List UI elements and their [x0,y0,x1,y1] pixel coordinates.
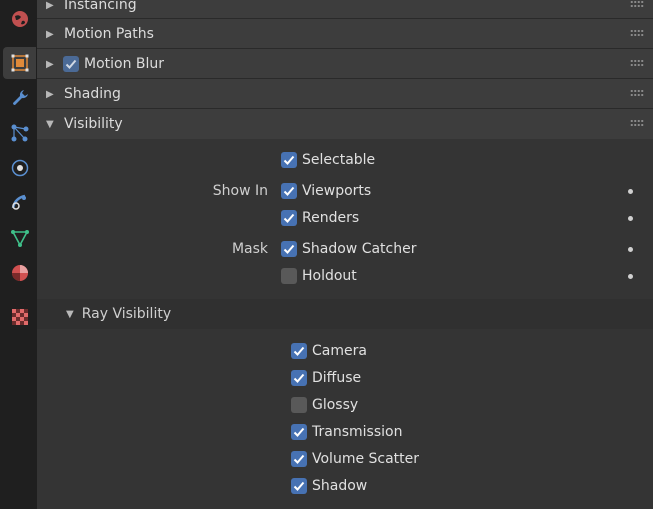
world-icon [11,11,28,27]
transmission-label: Transmission [312,424,403,440]
subpanel-label: Ray Visibility [81,306,172,322]
chevron-right-icon: ▶ [46,58,54,70]
renders-label: Renders [302,210,360,226]
texture-icon [11,309,28,325]
drag-handle-icon[interactable] [630,89,644,97]
ray-shadow-row[interactable]: Shadow [37,475,653,497]
viewports-row[interactable]: Show In Viewports [37,180,653,202]
mask-label: Mask [231,241,268,257]
animate-property-icon[interactable] [628,274,633,279]
holdout-label: Holdout [302,268,357,284]
chevron-right-icon: ▶ [46,0,54,11]
panel-motion-paths[interactable]: ▶ Motion Paths [37,18,653,49]
tab-constraints[interactable] [3,187,36,219]
animate-property-icon[interactable] [628,247,633,252]
selectable-label: Selectable [302,152,376,168]
diffuse-checkbox[interactable] [291,370,307,386]
holdout-checkbox[interactable] [281,268,297,284]
checkmark-icon [283,213,295,223]
checkmark-icon [283,244,295,254]
volume-scatter-label: Volume Scatter [312,451,420,467]
ray-volume-scatter-row[interactable]: Volume Scatter [37,448,653,470]
chevron-down-icon: ▼ [46,118,54,130]
tab-modifiers[interactable] [3,82,36,114]
checkmark-icon [293,373,305,383]
ray-diffuse-row[interactable]: Diffuse [37,367,653,389]
renders-checkbox[interactable] [281,210,297,226]
subpanel-ray-visibility[interactable]: ▼ Ray Visibility [37,299,653,329]
tab-world[interactable] [3,3,36,35]
show-in-label: Show In [212,183,268,199]
panel-visibility[interactable]: ▼ Visibility [37,108,653,139]
checkmark-icon [283,186,295,196]
wrench-icon [12,90,28,105]
data-icon [10,230,29,247]
panel-label: Visibility [64,116,123,132]
shadow-catcher-label: Shadow Catcher [302,241,417,257]
volume-scatter-checkbox[interactable] [291,451,307,467]
ray-transmission-row[interactable]: Transmission [37,421,653,443]
renders-row[interactable]: Renders [37,207,653,229]
glossy-checkbox[interactable] [291,397,307,413]
properties-tab-bar [0,0,37,509]
shadow-checkbox[interactable] [291,478,307,494]
checkmark-icon [293,481,305,491]
shadow-catcher-checkbox[interactable] [281,241,297,257]
tab-physics[interactable] [3,152,36,184]
transmission-checkbox[interactable] [291,424,307,440]
checkmark-icon [65,59,77,69]
selectable-checkbox[interactable] [281,152,297,168]
particles-icon [11,124,28,142]
properties-editor: ▶ Instancing ▶ Motion Paths ▶ Motion Blu… [37,0,653,509]
checkmark-icon [293,454,305,464]
panel-shading[interactable]: ▶ Shading [37,78,653,109]
checkmark-icon [283,155,295,165]
drag-handle-icon[interactable] [630,119,644,127]
camera-label: Camera [312,343,367,359]
camera-checkbox[interactable] [291,343,307,359]
glossy-label: Glossy [312,397,359,413]
viewports-label: Viewports [302,183,372,199]
panel-label: Motion Paths [64,26,154,42]
motion-blur-checkbox[interactable] [63,56,79,72]
chevron-down-icon: ▼ [66,308,74,320]
animate-property-icon[interactable] [628,216,633,221]
tab-texture[interactable] [3,301,36,333]
panel-label: Motion Blur [84,56,165,72]
diffuse-label: Diffuse [312,370,362,386]
panel-motion-blur[interactable]: ▶ Motion Blur [37,48,653,79]
tab-particles[interactable] [3,117,36,149]
tab-object[interactable] [3,47,36,79]
drag-handle-icon[interactable] [630,59,644,67]
checkmark-icon [293,427,305,437]
panel-instancing[interactable]: ▶ Instancing [37,0,653,20]
material-icon [11,265,28,281]
chevron-right-icon: ▶ [46,28,54,40]
viewports-checkbox[interactable] [281,183,297,199]
object-icon [11,54,28,72]
animate-property-icon[interactable] [628,189,633,194]
ray-camera-row[interactable]: Camera [37,340,653,362]
tab-data[interactable] [3,222,36,254]
drag-handle-icon[interactable] [630,29,644,37]
ray-glossy-row[interactable]: Glossy [37,394,653,416]
holdout-row[interactable]: Holdout [37,265,653,287]
checkmark-icon [293,346,305,356]
shadow-label: Shadow [312,478,368,494]
panel-label: Instancing [64,0,137,13]
physics-icon [11,159,28,177]
constraints-icon [11,194,26,210]
drag-handle-icon[interactable] [630,0,644,8]
selectable-row[interactable]: Selectable [37,149,653,171]
shadow-catcher-row[interactable]: Mask Shadow Catcher [37,238,653,260]
chevron-right-icon: ▶ [46,88,54,100]
panel-label: Shading [64,86,121,102]
tab-material[interactable] [3,257,36,289]
